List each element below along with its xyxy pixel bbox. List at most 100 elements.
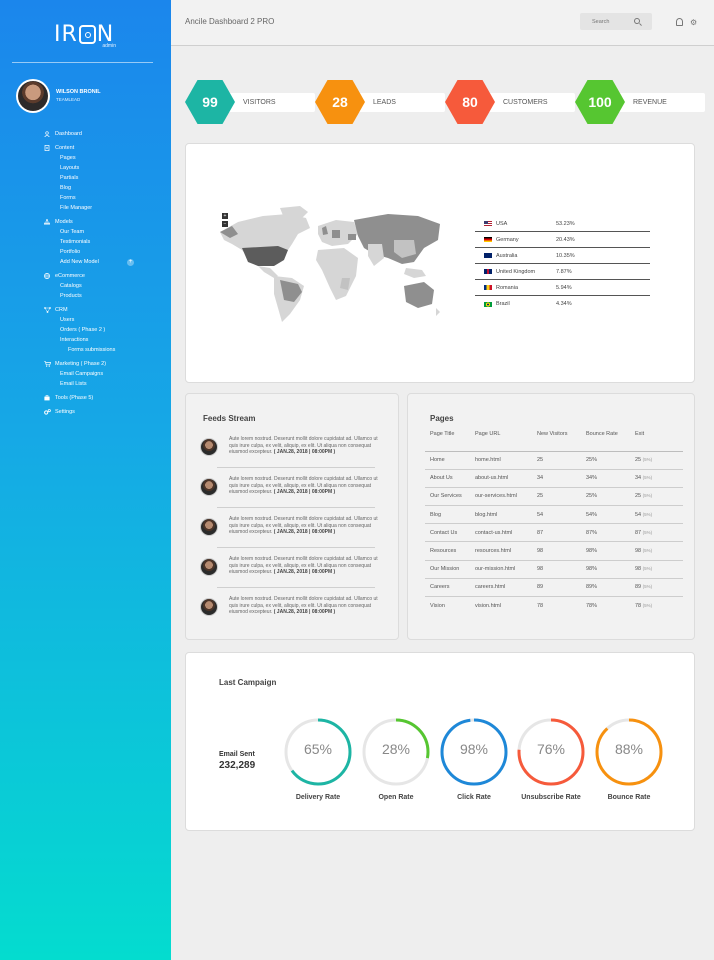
- col-header[interactable]: Page URL: [475, 431, 537, 452]
- avatar: [200, 558, 218, 576]
- feed-item[interactable]: Aute lorem nostrud. Deserunt mollit dolo…: [200, 512, 380, 548]
- sidebar-item-content[interactable]: Content: [44, 142, 164, 153]
- feed-date: ( JAN.28, 2018 | 08:00PM ): [273, 489, 336, 495]
- sidebar-item-email-lists[interactable]: Email Lists: [60, 379, 164, 389]
- country-row[interactable]: Australia 10.35%: [475, 248, 650, 264]
- bell-icon[interactable]: [676, 18, 683, 26]
- sidebar-item-file-manager[interactable]: File Manager: [60, 203, 164, 213]
- col-header[interactable]: Bounce Rate: [586, 431, 635, 452]
- gear-icon[interactable]: ⚙: [690, 19, 699, 27]
- sidebar-item-blog[interactable]: Blog: [60, 183, 164, 193]
- exit-value: 98: [635, 548, 642, 555]
- search-icon[interactable]: [634, 18, 640, 24]
- rate-ring[interactable]: 98% Click Rate: [439, 717, 509, 801]
- sidebar-item-users[interactable]: Users: [60, 315, 164, 325]
- col-header[interactable]: Page Title: [425, 431, 475, 452]
- sidebar-item-interactions[interactable]: Interactions: [60, 335, 164, 345]
- stat-value: 99: [185, 80, 235, 124]
- plus-icon[interactable]: +: [127, 258, 134, 266]
- country-row[interactable]: Brazil 4.34%: [475, 296, 650, 312]
- sidebar-item-email-campaigns[interactable]: Email Campaigns: [60, 369, 164, 379]
- rate-ring[interactable]: 28% Open Rate: [361, 717, 431, 801]
- sidebar-item-our-team[interactable]: Our Team: [60, 227, 164, 237]
- sidebar-item-layouts[interactable]: Layouts: [60, 163, 164, 173]
- table-row[interactable]: Careers careers.html 89 89% 89 (5%): [425, 578, 683, 598]
- avatar[interactable]: [16, 79, 50, 113]
- country-row[interactable]: Germany 20.43%: [475, 232, 650, 248]
- pages-title: Pages: [430, 414, 454, 423]
- ring-value: 28%: [381, 741, 411, 757]
- country-name: Australia: [496, 252, 518, 259]
- col-header[interactable]: New Visitors: [537, 431, 586, 452]
- exit-percent: (5%): [642, 548, 653, 554]
- page-title: Ancile Dashboard 2 PRO: [185, 17, 275, 26]
- exit-value: 25: [635, 457, 642, 464]
- table-row[interactable]: Resources resources.html 98 98% 98 (5%): [425, 541, 683, 561]
- sidebar-item-label: Marketing ( Phase 2): [55, 360, 107, 367]
- feed-item[interactable]: Aute lorem nostrud. Deserunt mollit dolo…: [200, 552, 380, 588]
- sidebar-item-crm[interactable]: CRM: [44, 304, 164, 315]
- stat-value: 100: [575, 80, 625, 124]
- table-row[interactable]: Home home.html 25 25% 25 (5%): [425, 451, 683, 470]
- table-row[interactable]: Our Mission our-mission.html 98 98% 98 (5%): [425, 560, 683, 579]
- sidebar-item-tools[interactable]: Tools (Phase 5): [44, 392, 164, 403]
- sidebar-item-settings[interactable]: Settings: [44, 406, 164, 417]
- country-row[interactable]: United Kingdom 7.87%: [475, 264, 650, 280]
- exit-percent: (5%): [642, 475, 653, 481]
- sidebar-item-partials[interactable]: Partials: [60, 173, 164, 183]
- table-row[interactable]: Blog blog.html 54 54% 54 (5%): [425, 505, 683, 525]
- search-input[interactable]: [580, 13, 652, 30]
- table-cell: blog.html: [475, 505, 537, 525]
- sidebar-item-pages[interactable]: Pages: [60, 153, 164, 163]
- sidebar-item-marketing[interactable]: Marketing ( Phase 2): [44, 358, 164, 369]
- exit-value: 78: [635, 602, 642, 609]
- exit-value: 89: [635, 584, 642, 591]
- feed-item[interactable]: Aute lorem nostrud. Deserunt mollit dolo…: [200, 592, 380, 626]
- table-row[interactable]: Vision vision.html 78 78% 78 (5%): [425, 597, 683, 615]
- sidebar-item-label: Settings: [55, 408, 75, 415]
- table-cell: vision.html: [475, 602, 501, 609]
- table-row[interactable]: About Us about-us.html 34 34% 34 (5%): [425, 469, 683, 488]
- table-cell: about-us.html: [475, 469, 537, 488]
- au-flag-icon: [484, 253, 492, 258]
- brand-sub: admin: [102, 43, 116, 49]
- sidebar-item-products[interactable]: Products: [60, 291, 164, 301]
- sidebar: IR N admin WILSON BRONIL TEAMLEAD Dashboa…: [0, 0, 171, 960]
- sidebar-item-forms[interactable]: Forms: [60, 193, 164, 203]
- country-row[interactable]: USA 53.23%: [475, 216, 650, 232]
- table-cell: 98%: [586, 541, 635, 561]
- avatar: [200, 598, 218, 616]
- sidebar-item-forms-submissions[interactable]: Forms submissions: [60, 345, 164, 355]
- stat-value: 80: [445, 80, 495, 124]
- sidebar-item-catalogs[interactable]: Catalogs: [60, 281, 164, 291]
- country-row[interactable]: Romania 5.94%: [475, 280, 650, 296]
- sidebar-item-add-new-model[interactable]: Add New Model +: [60, 257, 164, 267]
- rate-ring[interactable]: 76% Unsubscribe Rate: [516, 717, 586, 801]
- rate-ring[interactable]: 88% Bounce Rate: [594, 717, 664, 801]
- col-header[interactable]: Exit: [635, 431, 683, 452]
- table-row[interactable]: Our Services our-services.html 25 25% 25 (5%…: [425, 487, 683, 507]
- email-sent-value: 232,289: [219, 760, 256, 771]
- sidebar-item-models[interactable]: Models: [44, 216, 164, 227]
- sidebar-item-dashboard[interactable]: Dashboard: [44, 128, 164, 139]
- table-cell: 98 (5%): [635, 541, 683, 561]
- feed-item[interactable]: Aute lorem nostrud. Deserunt mollit dolo…: [200, 472, 380, 508]
- table-cell: About Us: [425, 469, 475, 488]
- country-name: Germany: [496, 236, 519, 243]
- table-cell: 87 (5%): [635, 523, 683, 543]
- exit-value: 34: [635, 475, 642, 482]
- feed-item[interactable]: Aute lorem nostrud. Deserunt mollit dolo…: [200, 432, 380, 468]
- table-cell: Vision: [430, 602, 445, 609]
- table-row[interactable]: Contact Us contact-us.html 87 87% 87 (5%): [425, 523, 683, 543]
- table-cell: contact-us.html: [475, 523, 537, 543]
- sidebar-item-testimonials[interactable]: Testimonials: [60, 237, 164, 247]
- sidebar-item-label: CRM: [55, 306, 68, 313]
- sidebar-item-ecommerce[interactable]: eCommerce: [44, 270, 164, 281]
- sidebar-item-portfolio[interactable]: Portfolio: [60, 247, 164, 257]
- world-map[interactable]: [218, 204, 448, 324]
- table-cell: 87: [537, 523, 586, 543]
- sidebar-item-label: Content: [55, 144, 75, 151]
- rate-ring[interactable]: 65% Delivery Rate: [283, 717, 353, 801]
- brand-logo[interactable]: IR N admin: [54, 22, 118, 52]
- sidebar-item-orders[interactable]: Orders ( Phase 2 ): [60, 325, 164, 335]
